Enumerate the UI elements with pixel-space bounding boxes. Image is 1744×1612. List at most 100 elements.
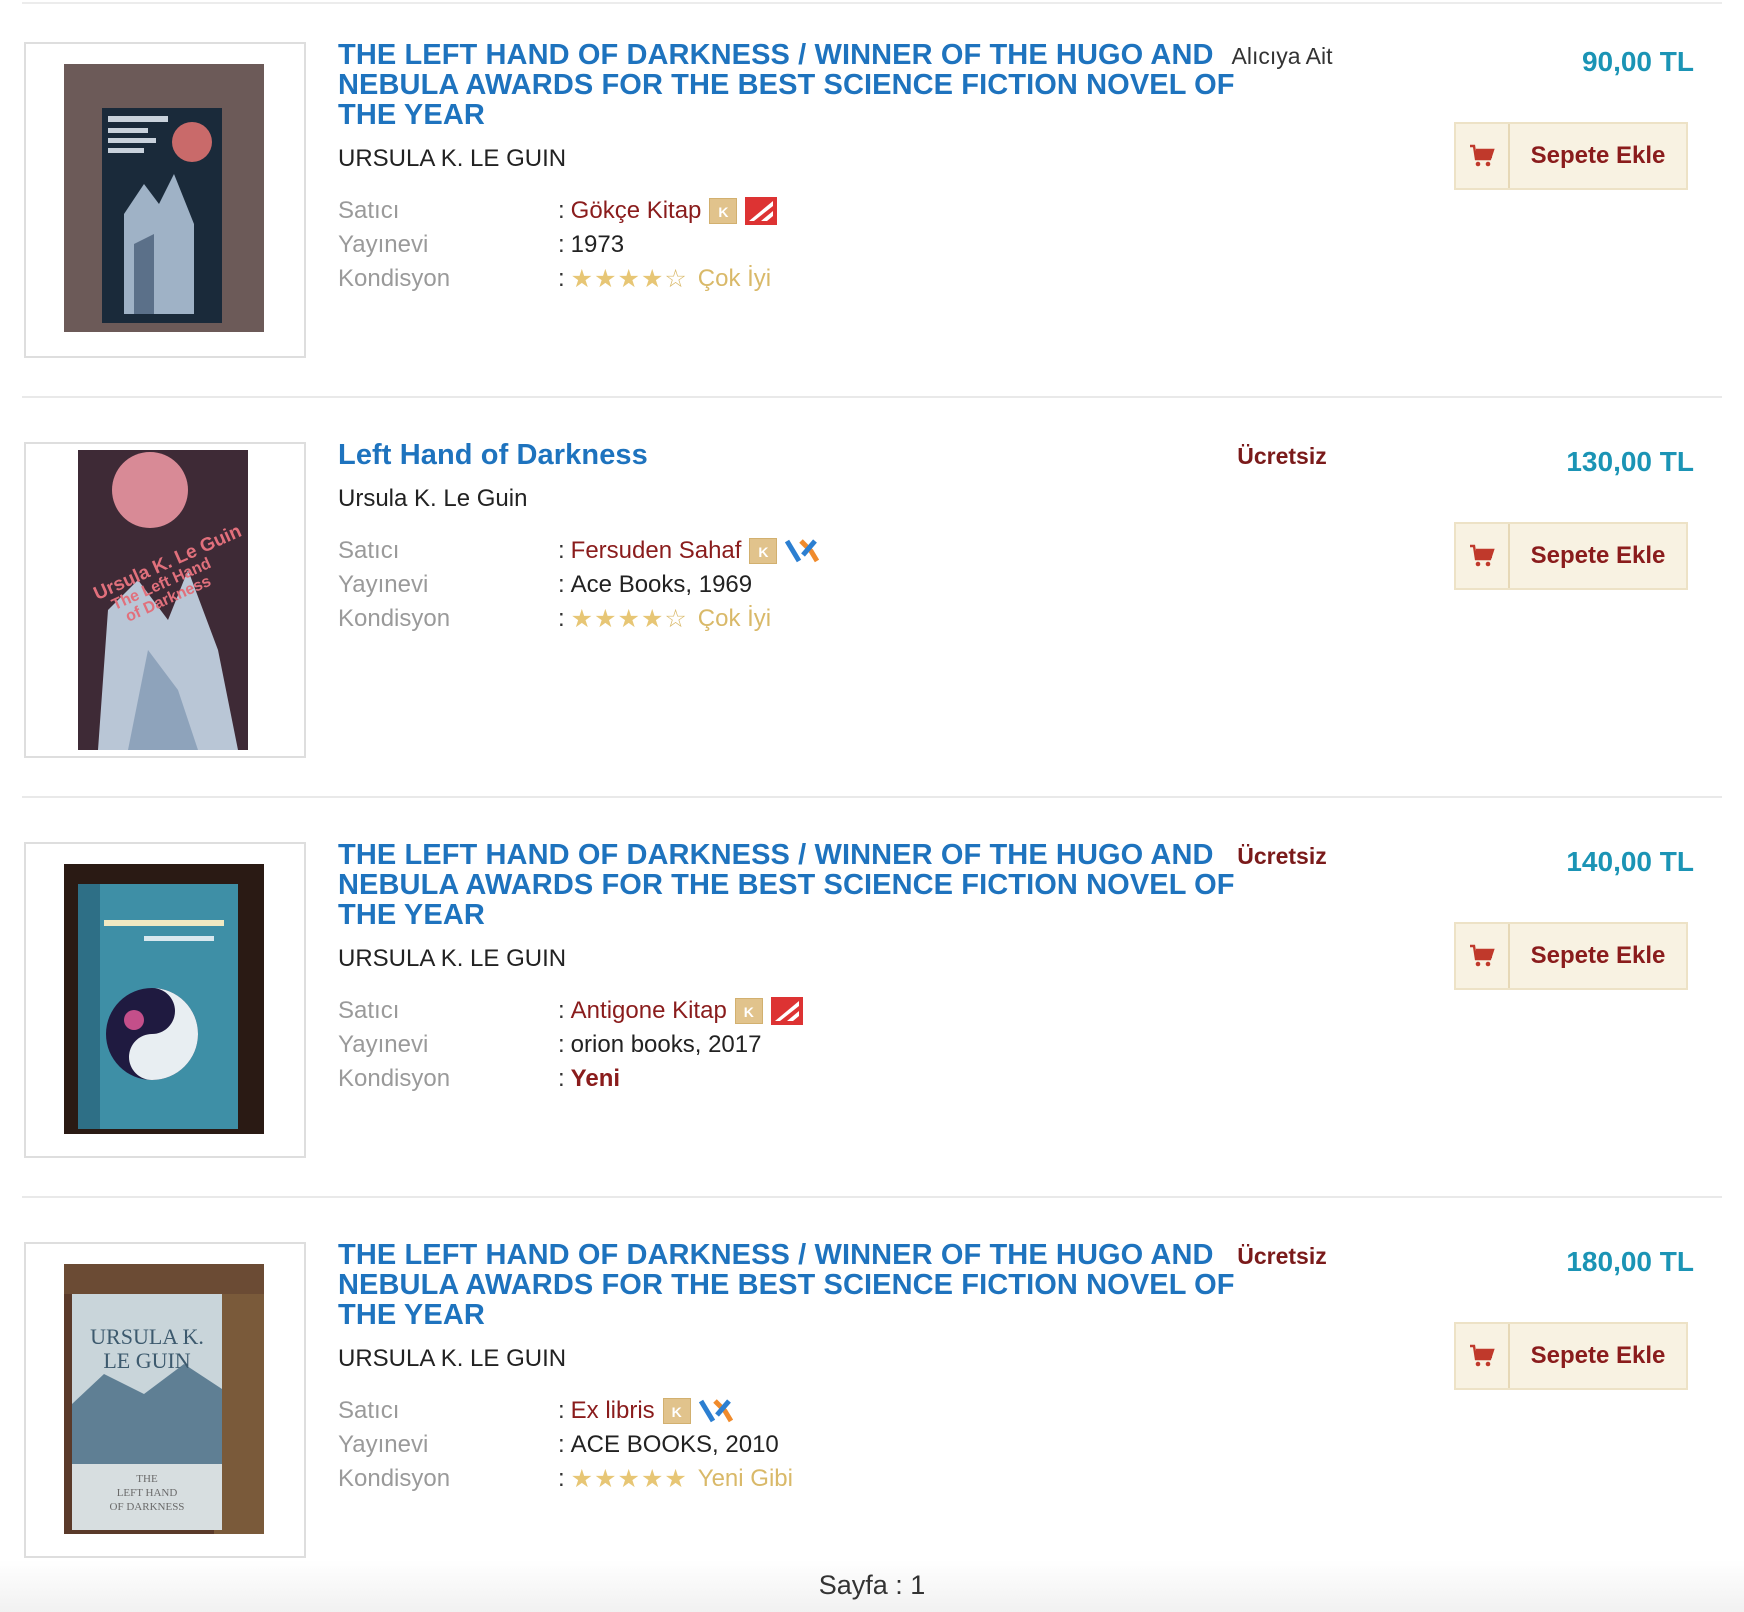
condition-value-wrap: : ★ ★ ★ ★ ☆ Çok İyi	[558, 265, 771, 293]
publisher-label: Yayınevi	[338, 571, 429, 598]
add-to-cart-label: Sepete Ekle	[1530, 142, 1666, 169]
star-filled-icon: ★	[640, 264, 664, 293]
add-to-cart-button[interactable]: Sepete Ekle	[1454, 122, 1688, 190]
add-to-cart-label: Sepete Ekle	[1530, 942, 1666, 969]
add-to-cart-label: Sepete Ekle	[1530, 1342, 1666, 1369]
add-to-cart-button[interactable]: Sepete Ekle	[1454, 522, 1688, 590]
condition-row: Kondisyon : Yeni	[338, 1062, 1238, 1096]
k-badge-icon: K	[749, 538, 778, 564]
add-to-cart-button[interactable]: Sepete Ekle	[1454, 1322, 1688, 1390]
cart-icon	[1456, 924, 1510, 988]
shipping-info: Ücretsiz	[1237, 443, 1327, 469]
book-author: Ursula K. Le Guin	[338, 485, 528, 512]
colon: :	[558, 265, 565, 292]
listing-info: THE LEFT HAND OF DARKNESS / WINNER OF TH…	[338, 40, 1238, 296]
seller-label: Satıcı	[338, 997, 400, 1024]
publisher-label: Yayınevi	[338, 1031, 429, 1058]
star-filled-icon: ★	[570, 604, 594, 633]
star-filled-icon: ★	[594, 604, 617, 633]
add-to-cart-button[interactable]: Sepete Ekle	[1454, 922, 1688, 990]
publisher-value: ACE BOOKS, 2010	[570, 1431, 779, 1458]
star-empty-icon: ☆	[664, 604, 687, 633]
star-filled-icon: ★	[594, 1464, 617, 1493]
listing-info: Left Hand of Darkness Ursula K. Le Guin …	[338, 440, 1238, 636]
colon: :	[558, 1397, 565, 1424]
seller-row: Satıcı : Fersuden Sahaf K	[338, 534, 1238, 568]
book-author: URSULA K. LE GUIN	[338, 1345, 567, 1372]
cover-text: LEFT HAND	[117, 1487, 178, 1499]
add-to-cart-label: Sepete Ekle	[1530, 542, 1666, 569]
book-title-link[interactable]: THE LEFT HAND OF DARKNESS / WINNER OF TH…	[338, 40, 1238, 130]
book-cover-image: URSULA K. LE GUIN THE LEFT HAND OF DARKN…	[64, 1264, 264, 1534]
seller-value: : Ex libris K	[558, 1397, 733, 1425]
condition-value: Yeni Gibi	[697, 1465, 793, 1492]
book-title-link[interactable]: Left Hand of Darkness	[338, 440, 1238, 470]
price: 90,00 TL	[1581, 46, 1694, 77]
condition-stars: ★ ★ ★ ★ ★	[571, 1464, 688, 1493]
book-cover-image	[64, 864, 264, 1134]
listing-info: THE LEFT HAND OF DARKNESS / WINNER OF TH…	[338, 840, 1238, 1096]
star-filled-icon: ★	[594, 264, 617, 293]
listing-meta: Satıcı : Ex libris K Yayınevi : ACE BOOK…	[338, 1394, 1238, 1496]
listing-meta: Satıcı : Fersuden Sahaf K Yayınevi : Ace…	[338, 534, 1238, 636]
seller-link[interactable]: Fersuden Sahaf	[571, 537, 742, 565]
price: 140,00 TL	[1566, 846, 1694, 877]
seller-value: : Gökçe Kitap K	[558, 197, 778, 225]
book-thumbnail[interactable]: URSULA K. LE GUIN THE LEFT HAND OF DARKN…	[24, 1242, 306, 1558]
shipping-info: Alıcıya Ait	[1231, 43, 1333, 69]
colon: :	[558, 1031, 565, 1058]
book-thumbnail[interactable]	[24, 42, 306, 358]
k-badge-icon: K	[709, 198, 738, 224]
seller-value: : Antigone Kitap K	[558, 997, 803, 1025]
red-square-icon	[770, 997, 803, 1025]
colon: :	[558, 197, 565, 224]
star-filled-icon: ★	[617, 604, 640, 633]
cover-text: OF DARKNESS	[110, 1501, 185, 1513]
publisher-value: orion books, 2017	[570, 1031, 762, 1058]
listing-1: THE LEFT HAND OF DARKNESS / WINNER OF TH…	[22, 0, 1722, 398]
colon: :	[558, 571, 565, 598]
pagination: Sayfa : 1	[0, 1560, 1744, 1612]
condition-stars: ★ ★ ★ ★ ☆	[570, 604, 688, 633]
colon: :	[558, 1065, 565, 1092]
condition-value: Çok İyi	[697, 605, 772, 632]
condition-value: Yeni	[570, 1065, 621, 1092]
book-title-link[interactable]: THE LEFT HAND OF DARKNESS / WINNER OF TH…	[338, 1240, 1238, 1330]
publisher-row: Yayınevi : Ace Books, 1969	[338, 568, 1238, 602]
book-title-link[interactable]: THE LEFT HAND OF DARKNESS / WINNER OF TH…	[338, 840, 1238, 930]
seller-row: Satıcı : Antigone Kitap K	[338, 994, 1238, 1028]
star-filled-icon: ★	[664, 1464, 687, 1493]
seller-link[interactable]: Antigone Kitap	[571, 997, 727, 1025]
x-icon	[785, 537, 820, 565]
publisher-value: 1973	[570, 231, 625, 258]
star-filled-icon: ★	[640, 1464, 664, 1493]
cart-icon	[1456, 1324, 1510, 1388]
shipping-info: Ücretsiz	[1237, 843, 1327, 869]
condition-value: Çok İyi	[697, 265, 772, 292]
book-cover-image	[64, 64, 264, 332]
colon: :	[558, 997, 565, 1024]
listing-info: THE LEFT HAND OF DARKNESS / WINNER OF TH…	[338, 1240, 1238, 1496]
book-thumbnail[interactable]: Ursula K. Le Guin The Left Hand of Darkn…	[24, 442, 306, 758]
seller-row: Satıcı : Ex libris K	[338, 1394, 1238, 1428]
book-thumbnail[interactable]	[24, 842, 306, 1158]
cart-icon	[1456, 524, 1510, 588]
cover-text: THE	[136, 1473, 158, 1485]
colon: :	[558, 537, 565, 564]
cart-icon	[1456, 124, 1510, 188]
k-badge-icon: K	[662, 1398, 691, 1424]
listing-3: THE LEFT HAND OF DARKNESS / WINNER OF TH…	[22, 800, 1722, 1198]
seller-link[interactable]: Ex libris	[571, 1397, 655, 1425]
condition-row: Kondisyon : ★ ★ ★ ★ ☆ Çok İyi	[338, 602, 1238, 636]
publisher-value: Ace Books, 1969	[570, 571, 753, 598]
condition-label: Kondisyon	[338, 265, 451, 292]
seller-link[interactable]: Gökçe Kitap	[571, 197, 702, 225]
colon: :	[558, 231, 565, 258]
colon: :	[558, 1465, 565, 1492]
star-filled-icon: ★	[570, 264, 594, 293]
condition-row: Kondisyon : ★ ★ ★ ★ ★ Yeni Gibi	[338, 1462, 1238, 1496]
search-results-page: THE LEFT HAND OF DARKNESS / WINNER OF TH…	[0, 0, 1744, 1612]
x-icon	[698, 1397, 733, 1425]
condition-value-wrap: : Yeni	[558, 1065, 620, 1093]
price: 130,00 TL	[1566, 446, 1694, 477]
